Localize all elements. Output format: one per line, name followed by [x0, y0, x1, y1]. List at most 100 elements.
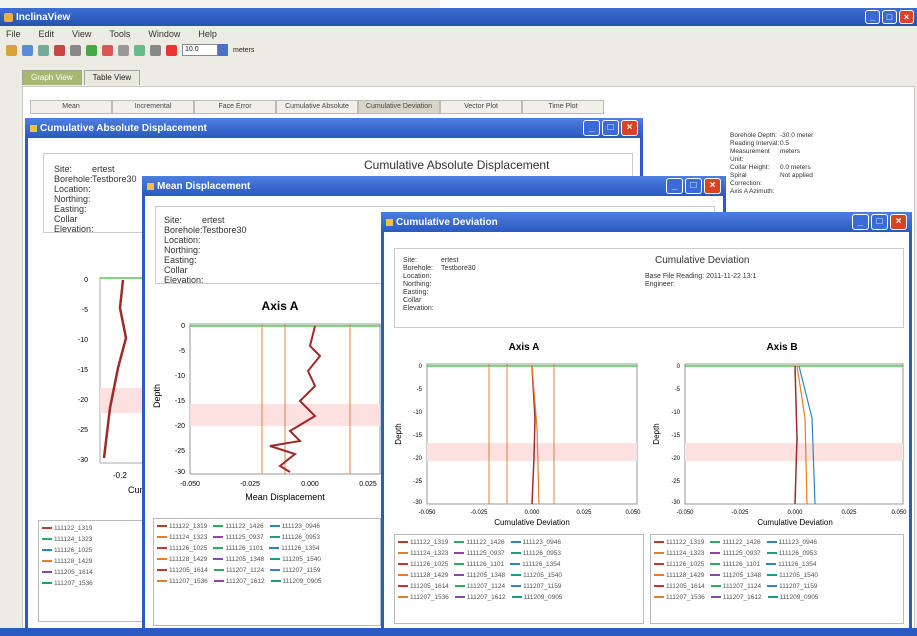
- maximize-button[interactable]: □: [882, 10, 897, 24]
- field-label: Collar Elevation:: [403, 297, 434, 312]
- table-icon[interactable]: [134, 44, 145, 56]
- y-axis-label: Depth: [652, 423, 661, 444]
- window-icon: [147, 182, 154, 190]
- maximize-button[interactable]: □: [602, 120, 619, 136]
- legend-item: 111125_0937: [213, 532, 264, 543]
- legend-item: 111205_1614: [654, 581, 705, 592]
- minimize-button[interactable]: _: [666, 178, 683, 194]
- menu-tools[interactable]: Tools: [109, 29, 130, 39]
- menu-window[interactable]: Window: [148, 29, 180, 39]
- tab-cumulative-absolute[interactable]: Cumulative Absolute: [276, 100, 358, 114]
- tab-graph-view[interactable]: Graph View: [22, 70, 82, 85]
- minimize-button[interactable]: _: [865, 10, 880, 24]
- zoom-select[interactable]: 10.0: [182, 44, 218, 56]
- y-tick: -30: [413, 500, 422, 506]
- legend-item: 111124_1323: [398, 548, 448, 559]
- tab-mean[interactable]: Mean: [30, 100, 112, 114]
- minimize-button[interactable]: _: [583, 120, 600, 136]
- legend-axis-b: 111122_1319 111122_1426 111123_0946 111124…: [650, 534, 904, 624]
- close-button[interactable]: ×: [890, 214, 907, 230]
- maximize-button[interactable]: □: [685, 178, 702, 194]
- field-value: Testbore30: [202, 225, 247, 235]
- tab-cumulative-deviation[interactable]: Cumulative Deviation: [358, 100, 440, 114]
- tab-time-plot[interactable]: Time Plot: [522, 100, 604, 114]
- y-tick: 0: [419, 364, 423, 370]
- legend-item: 111205_1348: [454, 570, 505, 581]
- taskbar[interactable]: [0, 628, 917, 636]
- legend-item: 111123_0946: [269, 521, 320, 532]
- menu-help[interactable]: Help: [198, 29, 217, 39]
- info-value: -30.0 meter: [780, 132, 814, 139]
- app-titlebar: InclinaView _ □ ×: [0, 8, 917, 26]
- field-value: ertest: [202, 215, 225, 225]
- y-tick: 0: [84, 277, 88, 284]
- legend: 111122_1319 111124_1323 111126_1025 1111…: [38, 520, 146, 622]
- field-label: Easting:: [54, 204, 87, 214]
- y-axis-label: Depth: [152, 384, 162, 408]
- app-window-controls: _ □ ×: [865, 10, 914, 24]
- legend-item: 111126_1354: [269, 543, 320, 554]
- info-label: Reading Interval:: [730, 140, 780, 147]
- close-button[interactable]: ×: [899, 10, 914, 24]
- open-icon[interactable]: [22, 44, 33, 56]
- settings-icon[interactable]: [150, 44, 161, 56]
- window-titlebar[interactable]: Cumulative Deviation: [381, 212, 912, 232]
- y-tick: -30: [175, 469, 185, 476]
- close-button[interactable]: ×: [621, 120, 638, 136]
- save-icon[interactable]: [38, 44, 49, 56]
- field-label: Northing:: [403, 281, 432, 288]
- tab-incremental[interactable]: Incremental: [112, 100, 194, 114]
- y-tick: -5: [82, 307, 88, 314]
- graph-icon[interactable]: [102, 44, 113, 56]
- legend-item: 111205_1540: [767, 570, 818, 581]
- legend-item: 111126_1025: [157, 543, 207, 554]
- field-label: Site:: [164, 215, 183, 225]
- grid-icon[interactable]: [118, 44, 129, 56]
- legend-item: 111123_0946: [766, 537, 817, 548]
- legend-item: 111205_1614: [157, 565, 208, 576]
- close-button[interactable]: ×: [704, 178, 721, 194]
- x-tick: -0.025: [240, 481, 260, 488]
- info-label: Measurement Unit:: [730, 148, 770, 163]
- new-icon[interactable]: [6, 44, 17, 56]
- legend-item: 111128_1429: [398, 570, 448, 581]
- legend-item: 111124_1323: [157, 532, 207, 543]
- legend-item: 111207_1159: [767, 581, 817, 592]
- chart-icon[interactable]: [86, 44, 97, 56]
- legend-item: 111205_1540: [511, 570, 562, 581]
- menu-edit[interactable]: Edit: [39, 29, 55, 39]
- window-icon: [386, 218, 393, 226]
- tab-table-view[interactable]: Table View: [83, 70, 141, 85]
- legend-item: 111207_1159: [511, 581, 561, 592]
- menu-file[interactable]: File: [6, 29, 21, 39]
- x-tick: 0.025: [359, 481, 377, 488]
- legend-item: 111126_1025: [654, 559, 704, 570]
- y-tick: -15: [78, 367, 88, 374]
- info-label: Spiral Correction:: [730, 172, 762, 187]
- legend-item: 111207_1612: [710, 592, 762, 603]
- print-icon[interactable]: [54, 44, 65, 56]
- field-label: Location:: [54, 184, 91, 194]
- engineer-label: Engineer:: [645, 281, 675, 288]
- tab-vector-plot[interactable]: Vector Plot: [440, 100, 522, 114]
- field-label: Northing:: [54, 194, 91, 204]
- window-title: Cumulative Deviation: [396, 216, 498, 228]
- legend-item: 111207_1159: [270, 565, 320, 576]
- alert-icon[interactable]: [166, 44, 177, 56]
- tab-face-error[interactable]: Face Error: [194, 100, 276, 114]
- minimize-button[interactable]: _: [852, 214, 869, 230]
- x-axis-label: Cumulative Deviation: [494, 518, 570, 527]
- copy-icon[interactable]: [70, 44, 81, 56]
- window-titlebar[interactable]: Mean Displacement: [142, 176, 726, 196]
- plot-area: [684, 363, 904, 505]
- field-label: Collar Elevation:: [164, 265, 204, 285]
- legend: 111122_1319 111122_1426 111123_0946 111124…: [153, 518, 381, 626]
- plot-area: [426, 363, 638, 505]
- window-title: Mean Displacement: [157, 180, 251, 192]
- chevron-down-icon[interactable]: [218, 44, 228, 56]
- legend-item: 111122_1319: [42, 523, 92, 534]
- highlight-band: [427, 443, 637, 461]
- window-titlebar[interactable]: Cumulative Absolute Displacement: [25, 118, 643, 138]
- menu-view[interactable]: View: [72, 29, 91, 39]
- maximize-button[interactable]: □: [871, 214, 888, 230]
